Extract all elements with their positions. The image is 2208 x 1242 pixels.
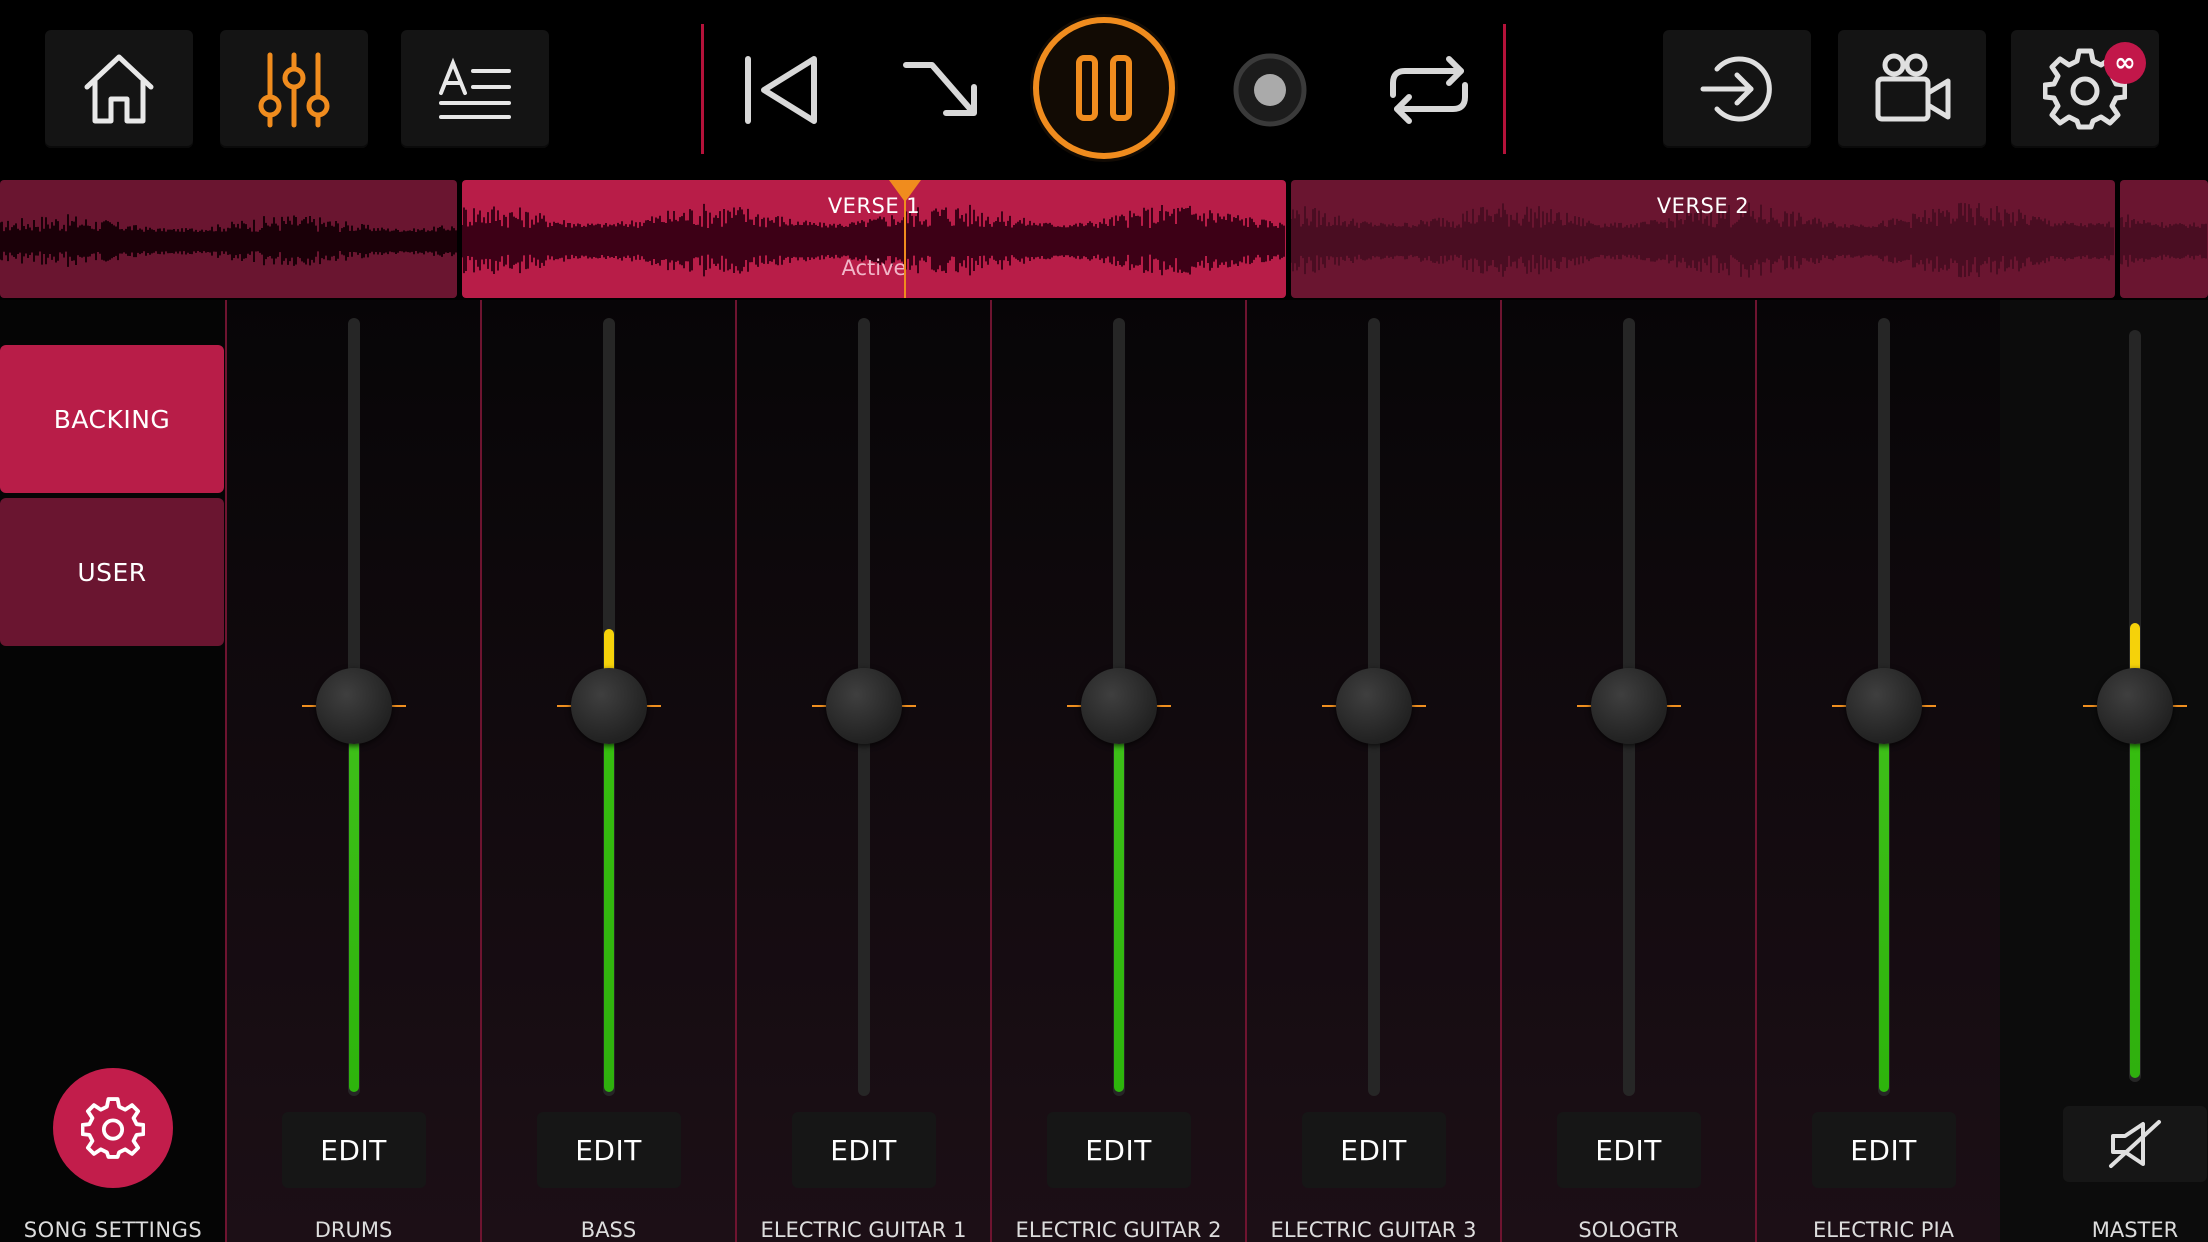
lyrics-button[interactable] <box>401 30 549 148</box>
channel-name: ELECTRIC GUITAR 2 <box>1015 1218 1222 1242</box>
waveform-path <box>2120 214 2207 267</box>
record-icon <box>1233 53 1307 127</box>
home-button[interactable] <box>45 30 193 148</box>
section-name: VERSE 1 <box>827 194 921 218</box>
song-settings-button[interactable] <box>53 1068 173 1188</box>
channel-name: SOLOGTR <box>1578 1218 1679 1242</box>
speaker-muted-icon <box>2109 1120 2161 1168</box>
channel-strip: EDIT BASS <box>481 300 736 1242</box>
edit-button[interactable]: EDIT <box>1556 1112 1701 1188</box>
timeline-section-active[interactable]: VERSE 1 Active <box>462 180 1286 298</box>
edit-button[interactable]: EDIT <box>281 1112 426 1188</box>
channel-strip: EDIT ELECTRIC GUITAR 2 <box>991 300 1246 1242</box>
channel-strip: EDIT ELECTRIC GUITAR 1 <box>736 300 991 1242</box>
timeline-section[interactable] <box>0 180 457 298</box>
toolbar-divider <box>701 24 704 154</box>
channel-name: ELECTRIC GUITAR 1 <box>760 1218 967 1242</box>
fader-knob[interactable] <box>315 668 392 744</box>
fader-knob[interactable] <box>825 668 902 744</box>
strip-divider <box>1755 300 1757 1242</box>
timeline-section[interactable] <box>2120 180 2208 298</box>
auto-jump-button[interactable] <box>884 40 1000 140</box>
channel-strip: EDIT ELECTRIC GUITAR 3 <box>1246 300 1501 1242</box>
level-meter <box>1113 707 1124 1092</box>
edit-button[interactable]: EDIT <box>1046 1112 1191 1188</box>
toolbar-divider <box>1503 24 1506 154</box>
song-settings-label: SONG SETTINGS <box>23 1218 203 1242</box>
mixer-panel: EDIT DRUMS EDIT BASS EDIT ELECTRIC GUITAR 1 ED… <box>225 300 2208 1242</box>
video-button[interactable] <box>1838 30 1986 148</box>
channel-strip: EDIT SOLOGTR <box>1501 300 1756 1242</box>
fader-knob[interactable] <box>1590 668 1667 744</box>
timeline-section[interactable]: VERSE 2 <box>1291 180 2115 298</box>
fader-knob[interactable] <box>570 668 647 744</box>
side-panel: BACKING USER SONG SETTINGS <box>0 300 226 1242</box>
strip-divider <box>480 300 482 1242</box>
pause-button[interactable] <box>1030 14 1178 162</box>
master-strip: MASTER <box>2000 300 2208 1242</box>
edit-button[interactable]: EDIT <box>1811 1112 1956 1188</box>
settings-button[interactable]: ∞ <box>2011 30 2159 148</box>
mute-button[interactable] <box>2063 1106 2207 1182</box>
lyrics-text-icon <box>439 57 511 119</box>
channel-name: DRUMS <box>314 1218 393 1242</box>
edit-button[interactable]: EDIT <box>1301 1112 1446 1188</box>
song-timeline: VERSE 1 Active VERSE 2 <box>0 180 2208 300</box>
waveform <box>2120 214 2207 267</box>
top-toolbar: ∞ <box>0 0 2208 180</box>
sign-in-button[interactable] <box>1663 30 1811 148</box>
loop-button[interactable] <box>1374 40 1484 140</box>
tab-user[interactable]: USER <box>0 498 224 646</box>
level-meter <box>348 707 359 1092</box>
fader-knob[interactable] <box>1080 668 1157 744</box>
strip-divider <box>990 300 992 1242</box>
section-status: Active <box>841 256 907 280</box>
channel-name: BASS <box>580 1218 637 1242</box>
edit-button[interactable]: EDIT <box>536 1112 681 1188</box>
pause-icon <box>1033 17 1175 159</box>
master-label: MASTER <box>2091 1218 2179 1242</box>
master-fader-knob[interactable] <box>2097 668 2173 744</box>
loop-icon <box>1390 56 1468 124</box>
strip-divider <box>735 300 737 1242</box>
skip-back-icon <box>745 56 817 124</box>
mixer-button[interactable] <box>220 30 368 148</box>
sign-in-icon <box>1700 56 1772 122</box>
channel-strip: EDIT ELECTRIC PIA <box>1756 300 2011 1242</box>
playhead-marker-icon[interactable] <box>889 180 921 204</box>
fader-knob[interactable] <box>1845 668 1922 744</box>
home-icon <box>84 54 154 124</box>
channel-strip: EDIT DRUMS <box>226 300 481 1242</box>
channel-name: ELECTRIC GUITAR 3 <box>1270 1218 1477 1242</box>
section-name: VERSE 2 <box>1656 194 1750 218</box>
edit-button[interactable]: EDIT <box>791 1112 936 1188</box>
infinity-badge: ∞ <box>2104 42 2146 84</box>
waveform-path <box>0 214 457 267</box>
waveform <box>0 214 457 267</box>
auto-jump-arrow-icon <box>903 62 977 116</box>
skip-back-button[interactable] <box>722 40 838 140</box>
video-camera-icon <box>1875 53 1951 122</box>
record-button[interactable] <box>1220 40 1320 140</box>
strip-divider <box>1245 300 1247 1242</box>
channel-name: ELECTRIC PIA <box>1812 1218 1955 1242</box>
tab-backing[interactable]: BACKING <box>0 345 224 493</box>
strip-divider <box>1500 300 1502 1242</box>
fader-knob[interactable] <box>1335 668 1412 744</box>
strip-divider <box>225 300 227 1242</box>
level-meter <box>1878 707 1889 1092</box>
gear-icon <box>81 1097 145 1159</box>
mixer-sliders-icon <box>258 52 330 128</box>
